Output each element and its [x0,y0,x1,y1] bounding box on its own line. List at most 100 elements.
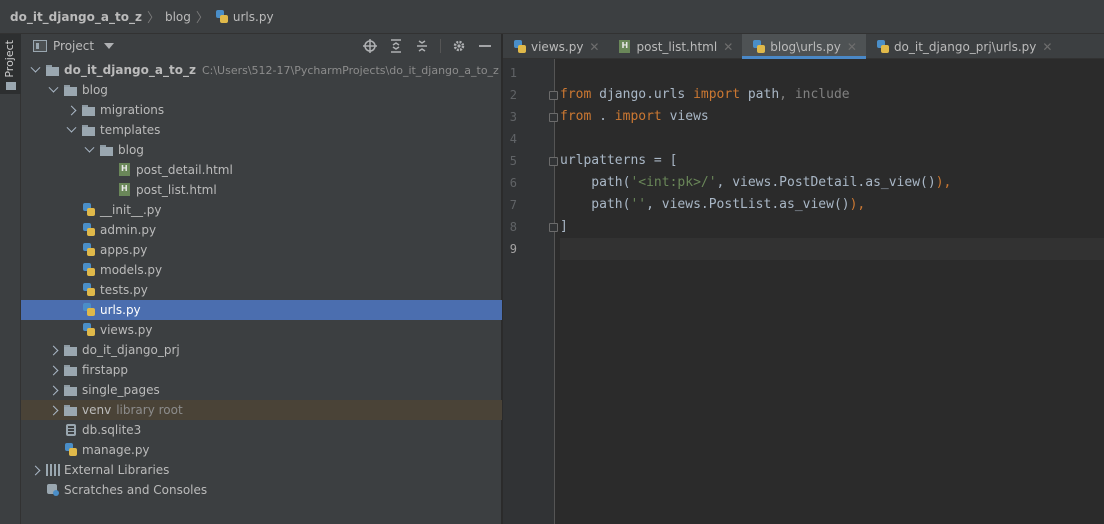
project-panel-toolbar [360,36,495,56]
tree-item-label: do_it_django_a_to_z [64,63,196,77]
project-tree: do_it_django_a_to_z C:\Users\512-17\Pycha… [21,60,502,500]
tree-item[interactable]: blog [21,80,502,100]
tree-item[interactable]: External Libraries [21,460,502,480]
code-line: path('', views.PostList.as_view()), [560,194,865,216]
python-file-icon [81,323,97,337]
editor-tab[interactable]: views.py ✕ [503,34,608,59]
tree-item[interactable]: admin.py [21,220,502,240]
line-number-gutter: 1 2 3 4 5 6 7 8 9 [503,59,558,524]
close-icon[interactable]: ✕ [847,40,857,54]
code-token: views [661,109,709,124]
project-view-title[interactable]: Project [53,39,94,53]
code-token: ), [935,175,952,190]
project-tool-window-tab[interactable]: Project [0,34,21,94]
current-line-highlight [560,238,1104,260]
python-file-icon [81,203,97,217]
minimize-icon[interactable] [475,36,495,56]
html-file-icon [117,163,133,177]
editor-tab-label: post_list.html [636,39,718,54]
tree-item[interactable]: views.py [21,320,502,340]
tree-item[interactable]: venv library root [21,400,502,420]
folder-icon [63,403,79,417]
tree-item[interactable]: post_detail.html [21,160,502,180]
collapse-all-icon[interactable] [412,36,432,56]
folder-icon [99,143,115,157]
tree-item[interactable]: tests.py [21,280,502,300]
tree-item-label: views.py [100,323,153,337]
code-line: urlpatterns = [ [560,150,677,172]
toolbar-divider [440,39,441,53]
editor-tab[interactable]: post_list.html ✕ [608,34,742,59]
editor-tab[interactable]: blog\urls.py ✕ [742,34,866,59]
project-view-icon [33,40,47,52]
tree-item[interactable]: apps.py [21,240,502,260]
tree-item[interactable]: manage.py [21,440,502,460]
chevron-right-icon[interactable] [65,104,77,116]
close-icon[interactable]: ✕ [589,40,599,54]
expand-all-icon[interactable] [386,36,406,56]
fold-marker-icon[interactable] [549,91,558,100]
tree-item-label: templates [100,123,161,137]
chevron-right-icon[interactable] [47,404,59,416]
chevron-down-icon[interactable] [29,64,41,76]
chevron-down-icon[interactable] [83,144,95,156]
chevron-right-icon[interactable] [47,344,59,356]
chevron-down-icon[interactable] [104,43,115,49]
breadcrumb-project[interactable]: do_it_django_a_to_z [10,10,142,24]
tree-item[interactable]: do_it_django_a_to_z C:\Users\512-17\Pycha… [21,60,502,80]
tree-item-label: urls.py [100,303,141,317]
project-tab-label: Project [3,40,16,78]
code-token: '<int:pk>/' [630,175,717,190]
tree-item[interactable]: migrations [21,100,502,120]
tree-item-hint: C:\Users\512-17\PycharmProjects\do_it_dj… [201,63,499,77]
gear-icon[interactable] [449,36,469,56]
line-number: 2 [509,88,517,102]
code-token: ), [849,197,866,212]
tree-item[interactable]: models.py [21,260,502,280]
chevron-down-icon[interactable] [65,124,77,136]
tree-item[interactable]: single_pages [21,380,502,400]
editor-tab-label: do_it_django_prj\urls.py [893,39,1037,54]
line-number: 8 [509,220,517,234]
fold-marker-icon[interactable] [549,113,558,122]
code-token: urlpatterns = [ [560,153,678,168]
chevron-down-icon[interactable] [47,84,59,96]
breadcrumb-blog[interactable]: blog [165,10,191,24]
chevron-right-icon[interactable] [47,364,59,376]
tree-item[interactable]: firstapp [21,360,502,380]
code-token: , include [779,87,850,102]
close-icon[interactable]: ✕ [1042,40,1052,54]
close-icon[interactable]: ✕ [723,40,733,54]
folder-icon [6,82,16,90]
code-token: '' [630,197,647,212]
breadcrumb-file[interactable]: urls.py [214,9,274,24]
tree-item[interactable]: urls.py [21,300,502,320]
library-icon [45,463,61,477]
code-token: import [693,87,741,102]
tree-item[interactable]: post_list.html [21,180,502,200]
tree-item[interactable]: blog [21,140,502,160]
editor-tab[interactable]: do_it_django_prj\urls.py ✕ [866,34,1062,59]
chevron-right-icon[interactable] [47,384,59,396]
line-number: 3 [509,110,517,124]
html-file-icon [617,39,633,54]
tree-item[interactable]: db.sqlite3 [21,420,502,440]
tree-item-label: do_it_django_prj [82,343,180,357]
chevron-right-icon[interactable] [29,464,41,476]
tree-item-hint: library root [116,403,183,417]
code-editor[interactable]: from django.urls import path, include fro… [560,59,1104,524]
tree-item[interactable]: do_it_django_prj [21,340,502,360]
tree-item-label: post_list.html [136,183,217,197]
tree-item[interactable]: Scratches and Consoles [21,480,502,500]
code-token: django.urls [591,87,694,102]
fold-marker-icon[interactable] [549,157,558,166]
locate-file-icon[interactable] [360,36,380,56]
fold-marker-icon[interactable] [549,223,558,232]
tree-item[interactable]: templates [21,120,502,140]
tree-item[interactable]: __init__.py [21,200,502,220]
breadcrumb-separator-icon: 〉 [146,11,160,26]
python-file-icon [214,9,230,24]
line-number: 6 [509,176,517,190]
project-panel: Project do_it_django_a_to_z C:\Users\512-… [21,34,502,524]
tree-item-label: manage.py [82,443,150,457]
